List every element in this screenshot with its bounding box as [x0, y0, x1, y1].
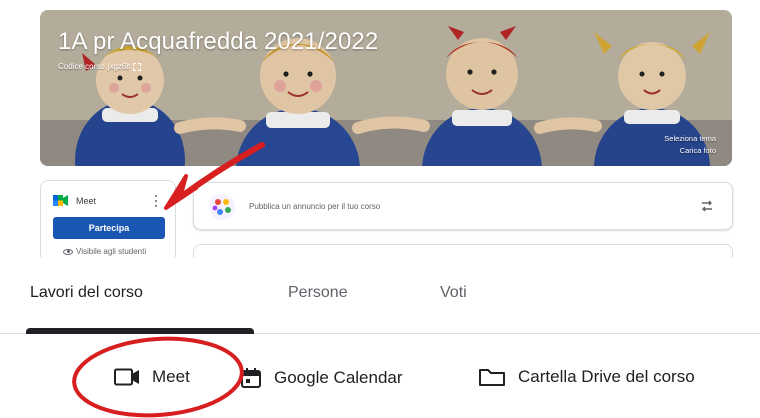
google-calendar-link[interactable]: Google Calendar	[240, 367, 403, 389]
announcement-composer[interactable]: Pubblica un annuncio per il tuo corso	[193, 182, 733, 230]
drive-folder-link[interactable]: Cartella Drive del corso	[478, 367, 695, 387]
classwork-tools: Meet Google Calendar Cartella Drive del …	[0, 334, 760, 418]
drive-folder-label: Cartella Drive del corso	[518, 367, 695, 386]
calendar-icon	[241, 368, 261, 388]
google-meet-icon	[53, 195, 68, 206]
video-camera-icon	[114, 368, 139, 386]
more-vert-icon[interactable]	[151, 193, 161, 209]
announcement-placeholder: Pubblica un annuncio per il tuo corso	[249, 202, 381, 211]
tab-grades[interactable]: Voti	[440, 284, 467, 302]
tab-classwork[interactable]: Lavori del corso	[30, 284, 143, 302]
eye-icon	[63, 248, 73, 255]
tab-people[interactable]: Persone	[288, 284, 348, 302]
classroom-stream-screenshot: 1A pr Acquafredda 2021/2022 Codice corso…	[0, 0, 760, 274]
course-code-value: jxgz6lt	[107, 62, 131, 71]
join-meet-button[interactable]: Partecipa	[53, 217, 165, 239]
meet-card-title: Meet	[76, 195, 97, 206]
visibility-note: Visibile agli studenti	[63, 247, 146, 256]
select-theme-link[interactable]: Seleziona tema	[664, 134, 716, 143]
google-calendar-label: Google Calendar	[274, 368, 403, 387]
upload-photo-link[interactable]: Carica foto	[680, 146, 716, 155]
meet-link-label: Meet	[152, 367, 190, 386]
meet-card: Meet Partecipa Visibile agli studenti	[40, 180, 176, 262]
meet-link[interactable]: Meet	[114, 367, 190, 387]
tab-bar: Lavori del corso Persone Voti	[0, 258, 760, 334]
folder-icon	[479, 369, 505, 386]
classwork-toolbar-screenshot: Lavori del corso Persone Voti Meet Googl…	[0, 258, 760, 418]
meet-card-header: Meet	[53, 195, 96, 206]
visibility-note-text: Visibile agli studenti	[76, 247, 147, 256]
class-title: 1A pr Acquafredda 2021/2022	[58, 28, 379, 55]
class-banner: 1A pr Acquafredda 2021/2022 Codice corso…	[40, 10, 732, 166]
repost-icon[interactable]	[700, 199, 714, 213]
course-code-label: Codice corso	[58, 62, 105, 71]
class-avatar	[209, 194, 235, 220]
course-code: Codice corso jxgz6lt	[58, 62, 142, 71]
fullscreen-icon[interactable]	[133, 62, 142, 71]
